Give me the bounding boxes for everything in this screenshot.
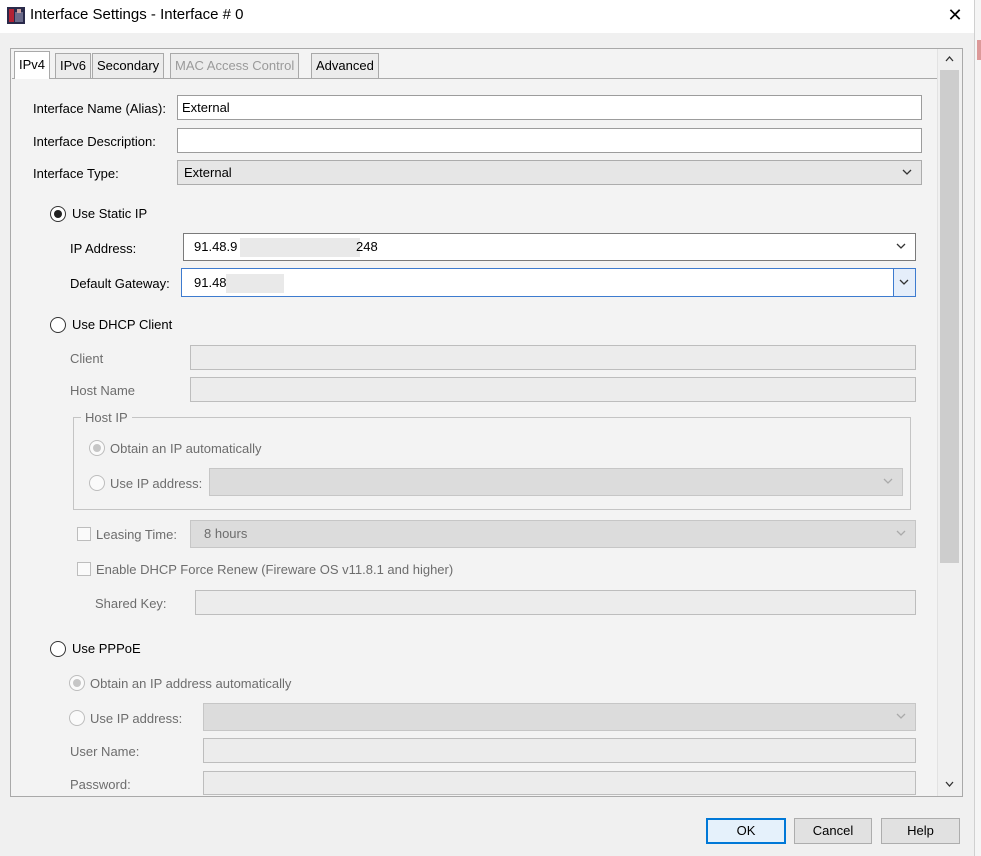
dhcp-use-ip-select[interactable] (209, 468, 903, 496)
interface-description-label: Interface Description: (33, 134, 156, 149)
tab-mac-access-control[interactable]: MAC Access Control (170, 53, 300, 78)
host-name-label: Host Name (70, 383, 136, 398)
interface-type-select[interactable]: External (177, 160, 922, 185)
dhcp-use-ip-radio[interactable] (89, 475, 105, 491)
shared-key-label: Shared Key: (95, 596, 167, 611)
dhcp-obtain-ip-label: Obtain an IP automatically (110, 441, 262, 456)
leasing-time-label: Leasing Time: (96, 527, 177, 542)
chevron-down-icon (893, 704, 909, 730)
chevron-down-icon[interactable] (893, 269, 915, 296)
pppoe-use-ip-label: Use IP address: (90, 711, 183, 726)
password-input[interactable] (203, 771, 916, 795)
tab-secondary[interactable]: Secondary (92, 53, 165, 78)
chevron-down-icon (880, 469, 896, 495)
tab-divider (12, 78, 937, 79)
ip-address-value-end: 248 (356, 239, 378, 254)
pppoe-obtain-ip-radio[interactable] (69, 675, 85, 691)
leasing-time-value: 8 hours (204, 526, 248, 541)
chevron-down-icon (899, 161, 915, 184)
dhcp-use-ip-label: Use IP address: (110, 476, 203, 491)
pppoe-use-ip-select[interactable] (203, 703, 916, 731)
pppoe-use-ip-radio[interactable] (69, 710, 85, 726)
ip-address-value-start: 91.48.9 (194, 239, 238, 254)
host-ip-group-title: Host IP (81, 410, 132, 426)
default-gateway-combo[interactable]: 91.48 (181, 268, 916, 297)
pppoe-label: Use PPPoE (72, 641, 141, 656)
chevron-down-icon (893, 521, 909, 547)
client-input[interactable] (190, 345, 916, 370)
interface-type-value: External (184, 165, 232, 180)
user-name-input[interactable] (203, 738, 916, 763)
ip-address-combo[interactable]: 91.48.9 248 (183, 233, 916, 261)
cancel-button[interactable]: Cancel (794, 818, 872, 844)
host-name-input[interactable] (190, 377, 916, 402)
password-label: Password: (70, 777, 131, 792)
client-label: Client (70, 351, 104, 366)
pppoe-obtain-ip-label: Obtain an IP address automatically (90, 676, 292, 691)
interface-name-label: Interface Name (Alias): (33, 101, 166, 116)
leasing-time-select[interactable]: 8 hours (190, 520, 916, 548)
default-gateway-value: 91.48 (194, 275, 227, 290)
force-renew-label: Enable DHCP Force Renew (Fireware OS v11… (96, 562, 454, 577)
static-ip-radio[interactable] (50, 206, 66, 222)
default-gateway-label: Default Gateway: (70, 276, 170, 291)
interface-type-label: Interface Type: (33, 166, 119, 181)
tab-advanced[interactable]: Advanced (311, 53, 379, 78)
background-window-edge (974, 0, 981, 856)
scrollbar-thumb[interactable] (940, 70, 959, 563)
interface-name-input[interactable]: External (177, 95, 922, 120)
static-ip-label: Use Static IP (72, 206, 148, 221)
pppoe-radio[interactable] (50, 641, 66, 657)
shared-key-input[interactable] (195, 590, 916, 615)
redacted-block (240, 238, 360, 257)
ip-address-label: IP Address: (70, 241, 137, 256)
tab-ipv4[interactable]: IPv4 (14, 51, 51, 79)
host-ip-group (73, 417, 911, 510)
redacted-block (226, 274, 284, 293)
window-title: Interface Settings - Interface # 0 (30, 6, 244, 23)
interface-description-input[interactable] (177, 128, 922, 153)
dhcp-client-radio[interactable] (50, 317, 66, 333)
tab-ipv6[interactable]: IPv6 (55, 53, 92, 78)
chevron-up-icon[interactable] (937, 50, 962, 70)
close-icon[interactable]: ✕ (943, 3, 967, 27)
help-button[interactable]: Help (881, 818, 960, 844)
app-icon (7, 7, 25, 24)
leasing-time-checkbox[interactable] (77, 527, 91, 541)
chevron-down-icon[interactable] (937, 775, 962, 795)
ok-button[interactable]: OK (706, 818, 786, 844)
dhcp-obtain-ip-radio[interactable] (89, 440, 105, 456)
chevron-down-icon (893, 234, 909, 260)
dhcp-client-label: Use DHCP Client (72, 317, 173, 332)
user-name-label: User Name: (70, 744, 140, 759)
force-renew-checkbox[interactable] (77, 562, 91, 576)
